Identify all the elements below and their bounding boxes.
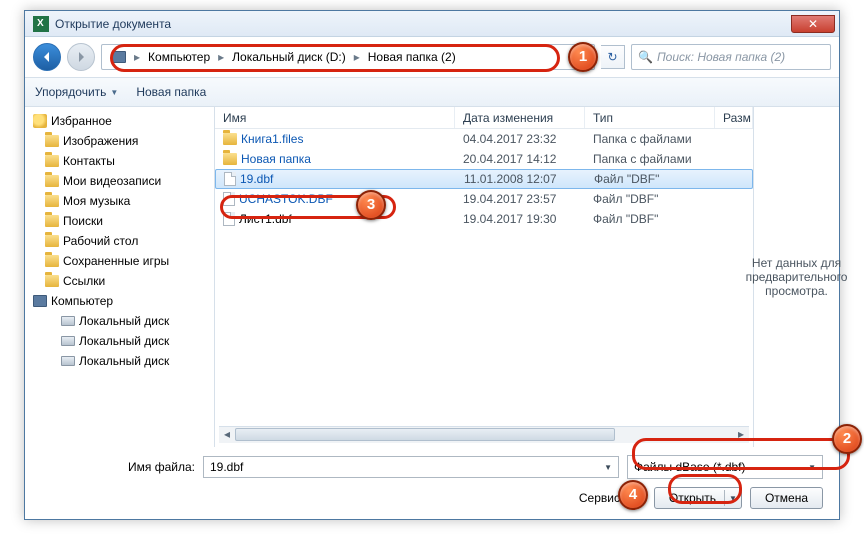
file-icon [223,192,235,206]
breadcrumb-seg[interactable]: Компьютер [142,45,216,69]
drive-icon [61,336,75,346]
file-icon [223,212,235,226]
folder-icon [45,235,59,247]
sidebar-item[interactable]: Рабочий стол [25,231,214,251]
open-button[interactable]: Открыть▼ [654,487,742,509]
breadcrumb[interactable]: ▸ Компьютер ▸ Локальный диск (D:) ▸ Нова… [101,44,595,70]
sidebar-item[interactable]: Сохраненные игры [25,251,214,271]
col-name[interactable]: Имя [215,107,455,128]
file-icon [224,172,236,186]
favorites-icon [33,114,47,128]
table-row[interactable]: Лист1.dbf19.04.2017 19:30Файл "DBF" [215,209,753,229]
close-button[interactable]: ✕ [791,15,835,33]
table-row[interactable]: UCHASTOK.DBF19.04.2017 23:57Файл "DBF" [215,189,753,209]
sidebar-item[interactable]: Поиски [25,211,214,231]
sidebar-item-drive[interactable]: Локальный диск [25,351,214,371]
preview-pane: Нет данных для предварительного просмотр… [753,107,839,447]
sidebar-item-computer[interactable]: Компьютер [25,291,214,311]
filetype-dropdown[interactable]: Файлы dBase (*.dbf)▼ [627,455,823,479]
sidebar-item[interactable]: Ссылки [25,271,214,291]
sidebar-item-drive[interactable]: Локальный диск [25,311,214,331]
back-button[interactable] [33,43,61,71]
window-title: Открытие документа [55,17,791,31]
folder-icon [223,133,237,145]
address-bar: ▸ Компьютер ▸ Локальный диск (D:) ▸ Нова… [25,37,839,77]
open-file-dialog: Открытие документа ✕ ▸ Компьютер ▸ Локал… [24,10,840,520]
search-placeholder: Поиск: Новая папка (2) [657,50,785,64]
titlebar: Открытие документа ✕ [25,11,839,37]
toolbar: Упорядочить▼ Новая папка [25,77,839,107]
column-headers[interactable]: Имя Дата изменения Тип Разм [215,107,753,129]
annotation-marker: 1 [568,42,598,72]
annotation-marker: 4 [618,480,648,510]
file-area: Имя Дата изменения Тип Разм Книга1.files… [215,107,839,447]
table-row[interactable]: Книга1.files04.04.2017 23:32Папка с файл… [215,129,753,149]
sidebar-item[interactable]: Избранное [25,111,214,131]
sidebar: Избранное Изображения Контакты Мои видео… [25,107,215,447]
computer-icon [112,51,126,63]
annotation-marker: 3 [356,190,386,220]
computer-icon [33,295,47,307]
annotation-marker: 2 [832,424,862,454]
table-row[interactable]: Новая папка20.04.2017 14:12Папка с файла… [215,149,753,169]
breadcrumb-seg[interactable]: Локальный диск (D:) [226,45,352,69]
folder-icon [45,155,59,167]
organize-button[interactable]: Упорядочить▼ [35,85,118,99]
col-size[interactable]: Разм [715,107,753,128]
folder-icon [45,255,59,267]
col-date[interactable]: Дата изменения [455,107,585,128]
folder-icon [45,175,59,187]
footer: Имя файла: 19.dbf▼ Файлы dBase (*.dbf)▼ … [25,447,839,509]
search-input[interactable]: 🔍 Поиск: Новая папка (2) [631,44,831,70]
new-folder-button[interactable]: Новая папка [136,85,206,99]
excel-icon [33,16,49,32]
forward-button[interactable] [67,43,95,71]
breadcrumb-seg[interactable]: Новая папка (2) [362,45,462,69]
drive-icon [61,316,75,326]
folder-icon [45,215,59,227]
file-rows: Книга1.files04.04.2017 23:32Папка с файл… [215,129,753,426]
main-area: Избранное Изображения Контакты Мои видео… [25,107,839,447]
sidebar-item[interactable]: Мои видеозаписи [25,171,214,191]
filename-input[interactable]: 19.dbf▼ [203,456,619,478]
folder-icon [223,153,237,165]
search-icon: 🔍 [638,50,653,64]
sidebar-item[interactable]: Изображения [25,131,214,151]
refresh-button[interactable]: ↻ [601,45,625,69]
drive-icon [61,356,75,366]
folder-icon [45,195,59,207]
horizontal-scrollbar[interactable]: ◂▸ [219,426,749,443]
folder-icon [45,135,59,147]
file-list: Имя Дата изменения Тип Разм Книга1.files… [215,107,753,447]
sidebar-item[interactable]: Контакты [25,151,214,171]
cancel-button[interactable]: Отмена [750,487,823,509]
col-type[interactable]: Тип [585,107,715,128]
sidebar-item-drive[interactable]: Локальный диск [25,331,214,351]
sidebar-item[interactable]: Моя музыка [25,191,214,211]
folder-icon [45,275,59,287]
table-row[interactable]: 19.dbf11.01.2008 12:07Файл "DBF" [215,169,753,189]
filename-label: Имя файла: [41,460,195,474]
